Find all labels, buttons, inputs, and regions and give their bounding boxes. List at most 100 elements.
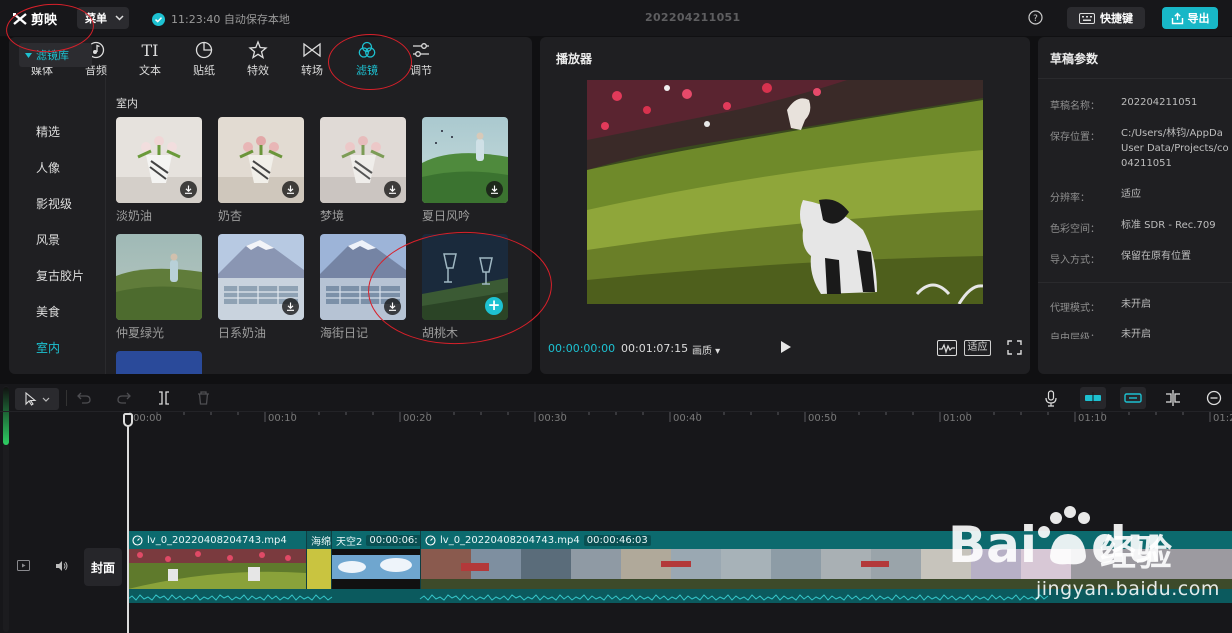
clip-header[interactable]: 海绵	[307, 531, 331, 549]
cover-button[interactable]: 封面	[84, 548, 122, 586]
tab-sticker[interactable]: 贴纸	[180, 39, 228, 79]
ruler-label: 01:10	[1078, 413, 1107, 424]
zoom-out-icon	[1206, 390, 1222, 406]
tab-text[interactable]: TI 文本	[126, 39, 174, 79]
player-title: 播放器	[556, 52, 593, 66]
sidebar-item-food[interactable]: 美食	[36, 303, 60, 320]
ruler-label: 00:10	[268, 413, 297, 424]
download-icon[interactable]	[180, 181, 197, 198]
link-icon	[1124, 393, 1142, 403]
export-button[interactable]: 导出	[1162, 7, 1218, 29]
redo-button[interactable]	[117, 392, 131, 404]
audio-level-meter	[3, 387, 9, 445]
undo-icon	[77, 392, 91, 404]
track-mute-button[interactable]	[55, 560, 69, 572]
save-location-label: 保存位置：	[1050, 132, 1100, 143]
chevron-down-icon	[42, 397, 49, 402]
filter-thumbnail[interactable]	[116, 351, 202, 374]
sidebar-item-featured[interactable]: 精选	[36, 123, 60, 140]
download-icon[interactable]	[282, 181, 299, 198]
playhead-handle[interactable]	[123, 413, 133, 427]
sidebar-item-indoor[interactable]: 室内	[36, 339, 60, 356]
clip-header[interactable]: lv_0_20220408204743.mp4	[128, 531, 306, 549]
sidebar-item-landscape[interactable]: 风景	[36, 231, 60, 248]
export-icon	[1171, 12, 1183, 24]
quality-dropdown[interactable]: 画质 ▾	[692, 342, 720, 357]
clip-name: 海绵	[311, 536, 331, 548]
main-track-magnet-button[interactable]	[1080, 387, 1106, 409]
link-button[interactable]	[1120, 387, 1146, 409]
split-button[interactable]	[157, 391, 171, 405]
proxy-mode-value: 未开启	[1121, 299, 1151, 310]
clip-thumbnails[interactable]	[332, 549, 420, 589]
clip-duration: 00:00:06:	[366, 534, 420, 546]
ruler-label: 01:20	[1213, 413, 1232, 424]
check-circle-icon	[152, 12, 165, 26]
filter-name: 淡奶油	[116, 209, 153, 223]
clip-header[interactable]: 天空2 00:00:06:	[332, 531, 420, 549]
import-mode-value: 保留在原有位置	[1121, 251, 1191, 262]
sidebar-item-cinematic[interactable]: 影视级	[36, 195, 72, 212]
free-layer-label: 自由层级：	[1050, 333, 1100, 339]
transition-icon	[303, 42, 321, 58]
video-track-icon	[17, 560, 30, 571]
tab-effects-label: 特效	[247, 64, 269, 77]
ruler-label: 00:50	[808, 413, 837, 424]
undo-button[interactable]	[77, 392, 91, 404]
shortcut-label: 快捷键	[1100, 12, 1133, 25]
filter-card[interactable]: 日系奶油	[218, 234, 304, 341]
filter-thumbnail	[218, 117, 304, 203]
filter-card[interactable]: 夏日风吟	[422, 117, 508, 224]
download-icon[interactable]	[282, 298, 299, 315]
filter-name: 夏日风吟	[422, 209, 471, 223]
clip-thumbnails[interactable]	[307, 549, 331, 589]
ruler-label: 01:00	[943, 413, 972, 424]
effects-icon	[248, 40, 268, 59]
filter-card[interactable]: 仲夏绿光	[116, 234, 202, 341]
sidebar-item-portrait[interactable]: 人像	[36, 159, 60, 176]
watermark-url: jingyan.baidu.com	[1036, 578, 1220, 600]
adjust-icon	[413, 43, 429, 57]
filter-name: 奶杏	[218, 209, 243, 223]
sidebar-item-retro-film[interactable]: 复古胶片	[36, 267, 84, 284]
svg-text:TI: TI	[142, 42, 159, 58]
filter-card[interactable]: 淡奶油	[116, 117, 202, 224]
waveform-button[interactable]	[937, 340, 957, 356]
clip-name: 天空2	[336, 536, 363, 548]
zoom-out-button[interactable]	[1206, 390, 1222, 406]
filter-name: 仲夏绿光	[116, 326, 165, 340]
download-icon[interactable]	[486, 181, 503, 198]
delete-button[interactable]	[197, 391, 210, 405]
keyboard-icon	[1079, 12, 1095, 24]
sticker-icon	[195, 41, 213, 59]
fullscreen-button[interactable]	[1007, 340, 1022, 355]
video-preview[interactable]	[587, 80, 983, 304]
draft-divider	[1038, 78, 1232, 79]
play-button[interactable]	[780, 340, 792, 354]
filter-thumbnail	[116, 234, 202, 320]
record-button[interactable]	[1044, 390, 1058, 407]
select-tool-button[interactable]	[15, 388, 59, 410]
resolution-label: 分辨率：	[1050, 193, 1090, 204]
tab-effects[interactable]: 特效	[234, 39, 282, 79]
clip-name: lv_0_20220408204743.mp4	[440, 534, 580, 546]
shortcut-button[interactable]: 快捷键	[1067, 7, 1145, 29]
proxy-mode-label: 代理模式：	[1050, 303, 1100, 314]
track-hide-button[interactable]	[17, 560, 30, 571]
playhead[interactable]	[127, 413, 129, 633]
filter-card[interactable]: 梦境	[320, 117, 406, 224]
preview-axis-button[interactable]	[1164, 390, 1182, 406]
fit-button[interactable]: 适应	[964, 340, 991, 356]
current-time: 00:00:00:00	[548, 342, 616, 355]
download-icon[interactable]	[384, 181, 401, 198]
redo-icon	[117, 392, 131, 404]
split-view-icon	[1166, 390, 1180, 406]
toolbar-divider	[66, 390, 67, 406]
import-mode-label: 导入方式：	[1050, 255, 1100, 266]
microphone-icon	[1045, 390, 1057, 407]
filter-card[interactable]: 奶杏	[218, 117, 304, 224]
color-space-value: 标准 SDR - Rec.709	[1121, 220, 1216, 231]
help-icon[interactable]: ?	[1028, 10, 1043, 25]
clip-thumbnails[interactable]	[128, 549, 306, 589]
filter-name: 梦境	[320, 209, 345, 223]
